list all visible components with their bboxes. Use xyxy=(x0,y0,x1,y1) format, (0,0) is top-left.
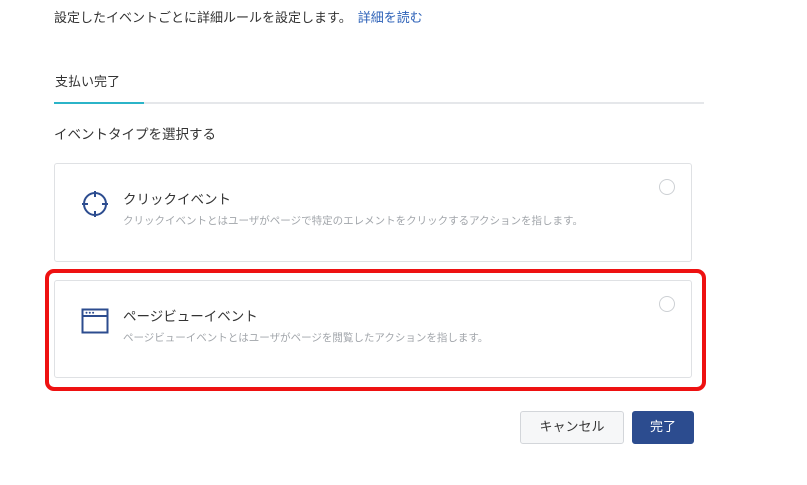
event-type-description: ページビューイベントとはユーザがページを閲覧したアクションを指します。 xyxy=(123,332,489,344)
tab-payment-complete[interactable]: 支払い完了 xyxy=(54,72,144,104)
event-type-description: クリックイベントとはユーザがページで特定のエレメントをクリックするアクションを指… xyxy=(123,215,584,227)
event-type-title: ページビューイベント xyxy=(123,309,258,325)
read-more-link[interactable]: 詳細を読む xyxy=(358,11,423,26)
done-button[interactable]: 完了 xyxy=(632,411,694,444)
intro-text: 設定したイベントごとに詳細ルールを設定します。 詳細を読む xyxy=(54,10,423,28)
event-type-click-card[interactable]: クリックイベント クリックイベントとはユーザがページで特定のエレメントをクリック… xyxy=(54,163,692,262)
event-type-title: クリックイベント xyxy=(123,192,231,208)
section-label: イベントタイプを選択する xyxy=(54,127,216,143)
crosshair-icon xyxy=(81,190,109,218)
cancel-button[interactable]: キャンセル xyxy=(520,411,624,444)
intro-description: 設定したイベントごとに詳細ルールを設定します。 xyxy=(54,11,352,26)
event-type-pageview-card[interactable]: ページビューイベント ページビューイベントとはユーザがページを閲覧したアクション… xyxy=(54,280,692,378)
click-event-radio[interactable] xyxy=(659,179,675,195)
browser-window-icon xyxy=(81,307,109,335)
pageview-event-radio[interactable] xyxy=(659,296,675,312)
tab-label: 支払い完了 xyxy=(55,75,121,90)
tab-bar: 支払い完了 xyxy=(54,72,704,104)
